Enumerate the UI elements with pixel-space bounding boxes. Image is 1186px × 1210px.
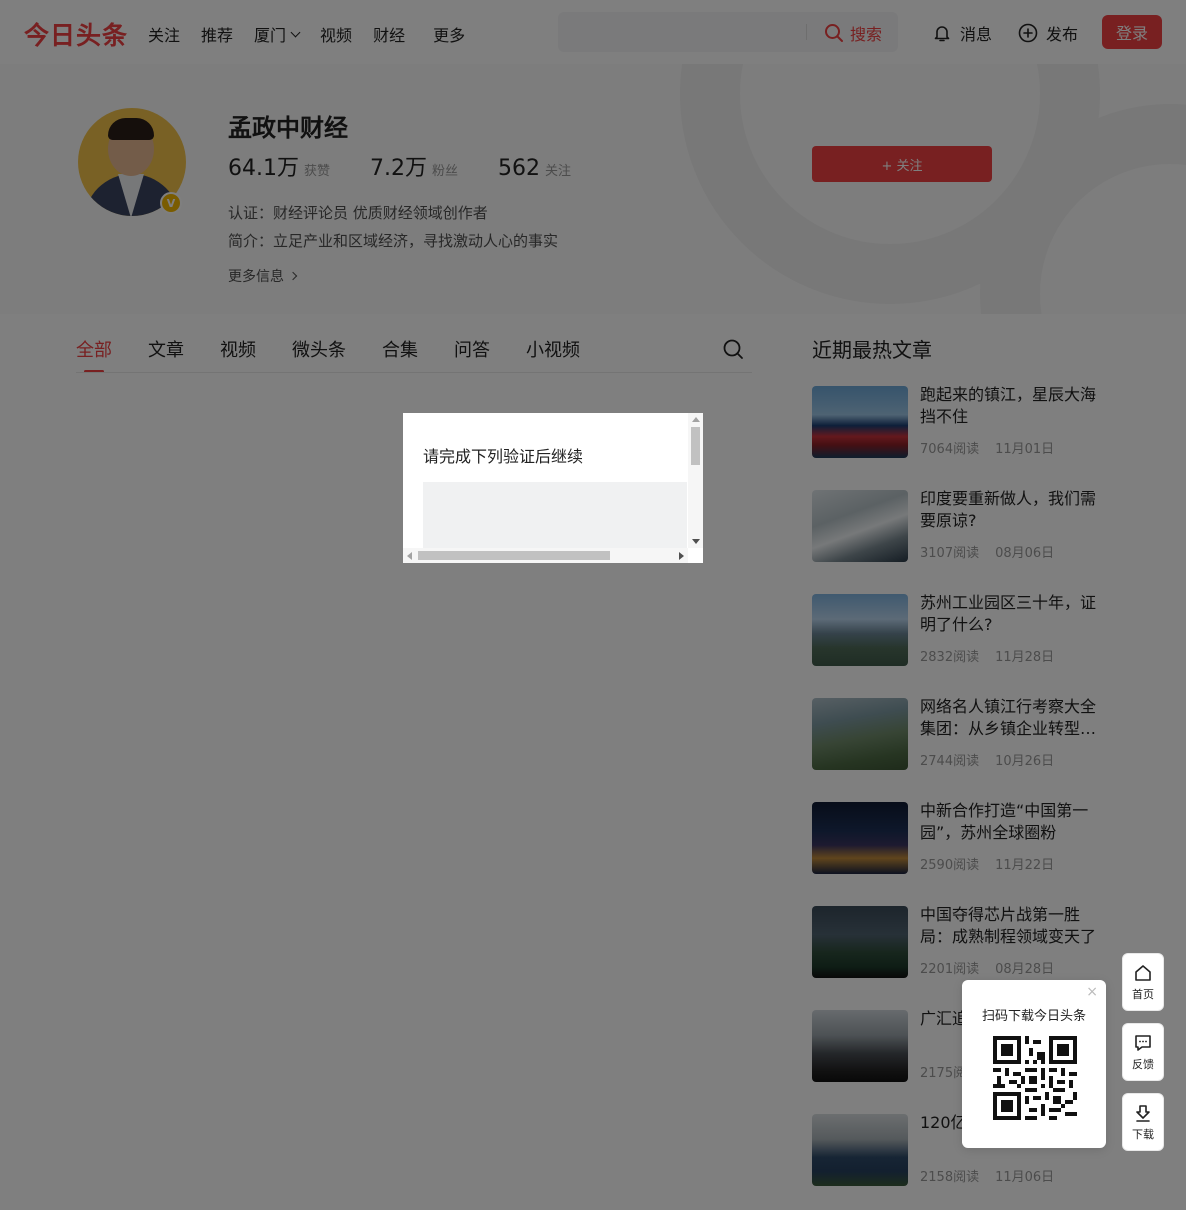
qr-code xyxy=(993,1036,1077,1120)
verification-dialog-title: 请完成下列验证后继续 xyxy=(423,447,584,466)
qr-download-card: × 扫码下载今日头条 xyxy=(962,980,1106,1148)
page: 今日头条 关注 推荐 厦门 视频 财经 更多 搜索 消息 发布 登录 xyxy=(0,0,1186,1210)
scroll-down-arrow-icon[interactable] xyxy=(692,539,700,544)
qr-download-text: 扫码下载今日头条 xyxy=(981,1009,1086,1024)
captcha-frame[interactable] xyxy=(423,482,687,549)
horizontal-scrollbar[interactable] xyxy=(403,548,688,563)
feedback-icon xyxy=(1135,1034,1151,1051)
scrollbar-thumb[interactable] xyxy=(691,427,700,465)
scrollbar-thumb[interactable] xyxy=(418,551,610,560)
side-tool-feedback-label: 反馈 xyxy=(1132,1057,1154,1071)
home-icon xyxy=(1135,964,1151,981)
side-tool-download-label: 下载 xyxy=(1132,1127,1154,1141)
side-tool-home[interactable]: 首页 xyxy=(1122,953,1164,1011)
download-icon xyxy=(1136,1104,1150,1122)
verification-dialog: 请完成下列验证后继续 xyxy=(403,413,703,563)
scroll-right-arrow-icon[interactable] xyxy=(679,552,684,560)
scroll-up-arrow-icon[interactable] xyxy=(692,417,700,422)
scroll-left-arrow-icon[interactable] xyxy=(407,552,412,560)
side-tool-feedback[interactable]: 反馈 xyxy=(1122,1023,1164,1081)
side-tool-home-label: 首页 xyxy=(1132,987,1154,1001)
vertical-scrollbar[interactable] xyxy=(688,413,703,548)
close-icon[interactable]: × xyxy=(1086,984,1098,1000)
side-tool-download[interactable]: 下载 xyxy=(1122,1093,1164,1151)
